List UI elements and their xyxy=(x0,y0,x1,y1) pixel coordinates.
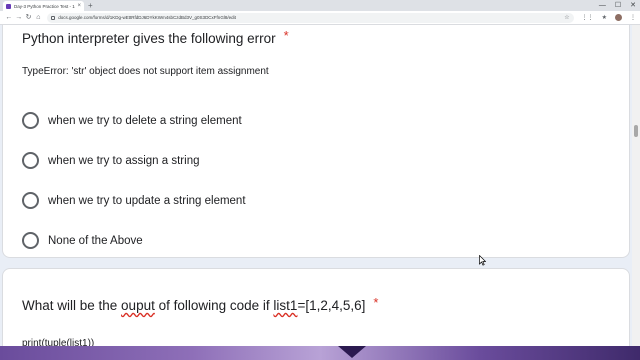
banner-notch xyxy=(338,346,366,358)
browser-tab[interactable]: Day-3 Python Practice Test - 10... × xyxy=(3,1,84,11)
minimize-icon[interactable]: — xyxy=(599,2,606,9)
url-text[interactable]: docs.google.com/forms/d/1KDg-wEttRfdDJ6D… xyxy=(58,15,564,20)
forms-favicon-icon xyxy=(6,3,11,9)
misspelled-word: ouput xyxy=(121,298,155,313)
mouse-cursor-icon xyxy=(479,255,486,266)
extensions-area: ⋮⋮ ★ ⋮ xyxy=(582,14,636,21)
form-viewport: Python interpreter gives the following e… xyxy=(0,25,632,360)
window-controls: — ☐ ✕ xyxy=(599,0,636,11)
browser-toolbar: ← → ↻ ⌂ docs.google.com/forms/d/1KDg-wEt… xyxy=(0,11,640,25)
maximize-icon[interactable]: ☐ xyxy=(615,2,621,9)
back-icon[interactable]: ← xyxy=(4,14,14,21)
question-title: What will be the ouput of following code… xyxy=(22,295,379,313)
radio-button[interactable] xyxy=(22,232,39,249)
option-label[interactable]: None of the Above xyxy=(48,235,143,247)
decorative-bottom-banner xyxy=(0,346,640,360)
option-delete-string-element[interactable]: when we try to delete a string element xyxy=(22,112,242,129)
close-window-icon[interactable]: ✕ xyxy=(630,2,636,9)
page-scrollbar[interactable] xyxy=(632,25,640,360)
question-title: Python interpreter gives the following e… xyxy=(22,28,289,46)
address-bar[interactable]: docs.google.com/forms/d/1KDg-wEttRfdDJ6D… xyxy=(47,12,574,23)
required-asterisk: * xyxy=(283,28,289,43)
profile-avatar[interactable] xyxy=(614,14,622,21)
bookmark-star-icon[interactable]: ☆ xyxy=(564,15,569,21)
option-label[interactable]: when we try to delete a string element xyxy=(48,115,242,127)
required-asterisk: * xyxy=(373,295,379,310)
browser-tab-bar: Day-3 Python Practice Test - 10... × + —… xyxy=(0,0,640,11)
scrollbar-thumb[interactable] xyxy=(634,125,638,137)
question-title-suffix: =[1,2,4,5,6] xyxy=(297,298,366,313)
option-assign-string[interactable]: when we try to assign a string xyxy=(22,152,200,169)
radio-button[interactable] xyxy=(22,112,39,129)
tab-close-icon[interactable]: × xyxy=(77,3,81,9)
radio-button[interactable] xyxy=(22,152,39,169)
home-icon[interactable]: ⌂ xyxy=(33,14,43,21)
apps-icon[interactable]: ⋮⋮ xyxy=(582,15,594,21)
forward-icon[interactable]: → xyxy=(14,14,24,21)
option-update-string-element[interactable]: when we try to update a string element xyxy=(22,192,246,209)
question-card: Python interpreter gives the following e… xyxy=(2,25,630,258)
option-label[interactable]: when we try to assign a string xyxy=(48,155,200,167)
radio-button[interactable] xyxy=(22,192,39,209)
extension-star-icon[interactable]: ★ xyxy=(602,15,607,21)
question-title-prefix: What will be the xyxy=(22,298,122,313)
tab-title: Day-3 Python Practice Test - 10... xyxy=(14,3,76,9)
question-title-mid: of following code if xyxy=(154,298,274,313)
question-description: TypeError: 'str' object does not support… xyxy=(22,66,269,77)
question-title-text: Python interpreter gives the following e… xyxy=(22,31,276,46)
lock-icon[interactable] xyxy=(51,15,56,20)
menu-kebab-icon[interactable]: ⋮ xyxy=(630,15,636,21)
variable-name: list1 xyxy=(273,298,298,313)
reload-icon[interactable]: ↻ xyxy=(24,14,34,21)
option-label[interactable]: when we try to update a string element xyxy=(48,195,246,207)
new-tab-button[interactable]: + xyxy=(88,1,93,10)
option-none-of-the-above[interactable]: None of the Above xyxy=(22,232,143,249)
